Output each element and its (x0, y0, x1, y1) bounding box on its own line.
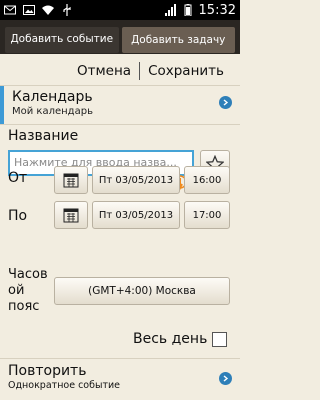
divider (0, 358, 240, 359)
to-calendar-button[interactable] (54, 201, 88, 229)
calendar-title: Календарь (12, 89, 93, 105)
signal-icon (164, 4, 176, 16)
divider (0, 124, 240, 125)
cancel-button[interactable]: Отмена (69, 63, 139, 79)
to-time-button[interactable]: 17:00 (184, 201, 230, 229)
calendar-selector[interactable]: Календарь Мой календарь (0, 86, 240, 124)
to-label: По (8, 208, 28, 224)
repeat-selector[interactable]: Повторить Однократное событие (0, 362, 240, 400)
from-label: От (8, 170, 28, 186)
from-calendar-button[interactable] (54, 166, 88, 194)
timezone-label: Часов ой пояс (8, 267, 48, 314)
all-day-label: Весь день (133, 331, 208, 347)
action-bar: Отмена Сохранить (0, 56, 240, 86)
timezone-button[interactable]: (GMT+4:00) Москва (54, 277, 230, 305)
wifi-icon (42, 5, 54, 15)
usb-icon (63, 4, 71, 16)
repeat-subtitle: Однократное событие (8, 380, 121, 391)
calendar-icon (63, 173, 79, 188)
chevron-right-icon[interactable] (219, 96, 232, 109)
tab-bar: Добавить событие Добавить задачу (0, 20, 240, 54)
gmail-icon (4, 5, 16, 15)
battery-icon (184, 4, 192, 16)
repeat-title: Повторить (8, 363, 87, 379)
to-date-button[interactable]: Пт 03/05/2013 (92, 201, 180, 229)
from-time-button[interactable]: 16:00 (184, 166, 230, 194)
all-day-checkbox[interactable] (212, 332, 227, 347)
calendar-icon (63, 208, 79, 223)
from-date-button[interactable]: Пт 03/05/2013 (92, 166, 180, 194)
tab-add-event[interactable]: Добавить событие (5, 26, 119, 53)
status-bar: 15:32 (0, 0, 240, 20)
status-time: 15:32 (198, 2, 236, 18)
name-label: Название (8, 128, 79, 144)
chevron-right-icon[interactable] (219, 372, 232, 385)
calendar-subtitle: Мой календарь (12, 106, 93, 117)
photo-icon (23, 5, 35, 15)
tab-add-task[interactable]: Добавить задачу (121, 26, 235, 53)
save-button[interactable]: Сохранить (140, 63, 232, 79)
